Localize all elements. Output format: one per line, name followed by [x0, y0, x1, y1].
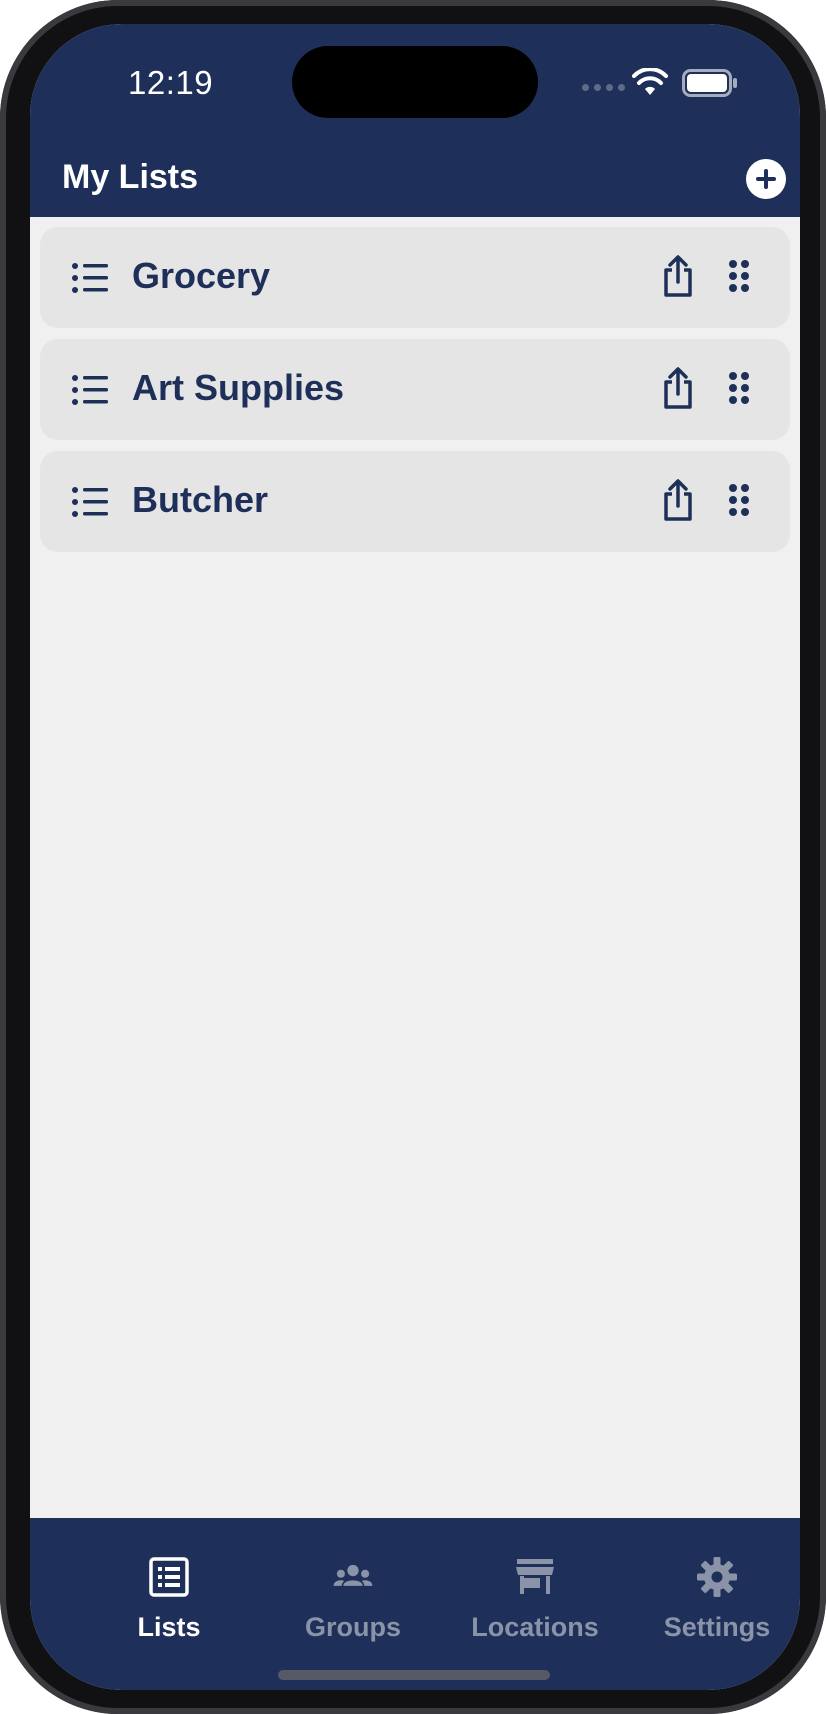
share-icon[interactable] — [660, 367, 696, 409]
list-item-art-supplies[interactable]: Art Supplies — [40, 339, 790, 440]
share-icon[interactable] — [660, 255, 696, 297]
add-list-button[interactable] — [746, 159, 786, 199]
list-alt-icon — [149, 1557, 189, 1597]
drag-handle-icon[interactable] — [728, 483, 750, 517]
users-icon — [333, 1564, 373, 1586]
home-indicator — [278, 1670, 550, 1680]
drag-handle-icon[interactable] — [728, 259, 750, 293]
tab-label: Lists — [137, 1612, 201, 1642]
list-name: Butcher — [132, 479, 269, 520]
navigation-header: 12:19 My Lists — [30, 24, 800, 217]
share-icon[interactable] — [660, 479, 696, 521]
battery-icon — [682, 69, 737, 97]
status-time: 12:19 — [128, 64, 214, 101]
gear-icon — [697, 1557, 737, 1597]
dynamic-island — [292, 46, 538, 118]
drag-handle-icon[interactable] — [728, 371, 750, 405]
tab-label: Settings — [663, 1612, 771, 1642]
list-name: Grocery — [132, 255, 271, 296]
list-item-butcher[interactable]: Butcher — [40, 451, 790, 552]
tab-lists[interactable]: Lists — [78, 1518, 260, 1648]
app-screen: 12:19 My Lists Grocery Art Supplies Butc… — [30, 24, 800, 1690]
phone-frame: 12:19 My Lists Grocery Art Supplies Butc… — [0, 0, 826, 1714]
list-name: Art Supplies — [132, 367, 345, 408]
tab-locations[interactable]: Locations — [444, 1518, 626, 1648]
tab-groups[interactable]: Groups — [262, 1518, 444, 1648]
tab-label: Groups — [304, 1612, 401, 1642]
lists-container: Grocery Art Supplies Butcher — [40, 227, 790, 563]
cellular-signal-icon — [582, 84, 625, 91]
list-bullet-icon — [72, 263, 108, 293]
wifi-icon — [632, 68, 668, 95]
tab-label: Locations — [471, 1612, 599, 1642]
tab-bar: Lists Groups Locations Settings — [30, 1518, 800, 1690]
page-title: My Lists — [62, 158, 199, 196]
store-icon — [516, 1559, 554, 1594]
list-item-grocery[interactable]: Grocery — [40, 227, 790, 328]
tab-settings[interactable]: Settings — [626, 1518, 800, 1648]
list-bullet-icon — [72, 487, 108, 517]
list-bullet-icon — [72, 375, 108, 405]
